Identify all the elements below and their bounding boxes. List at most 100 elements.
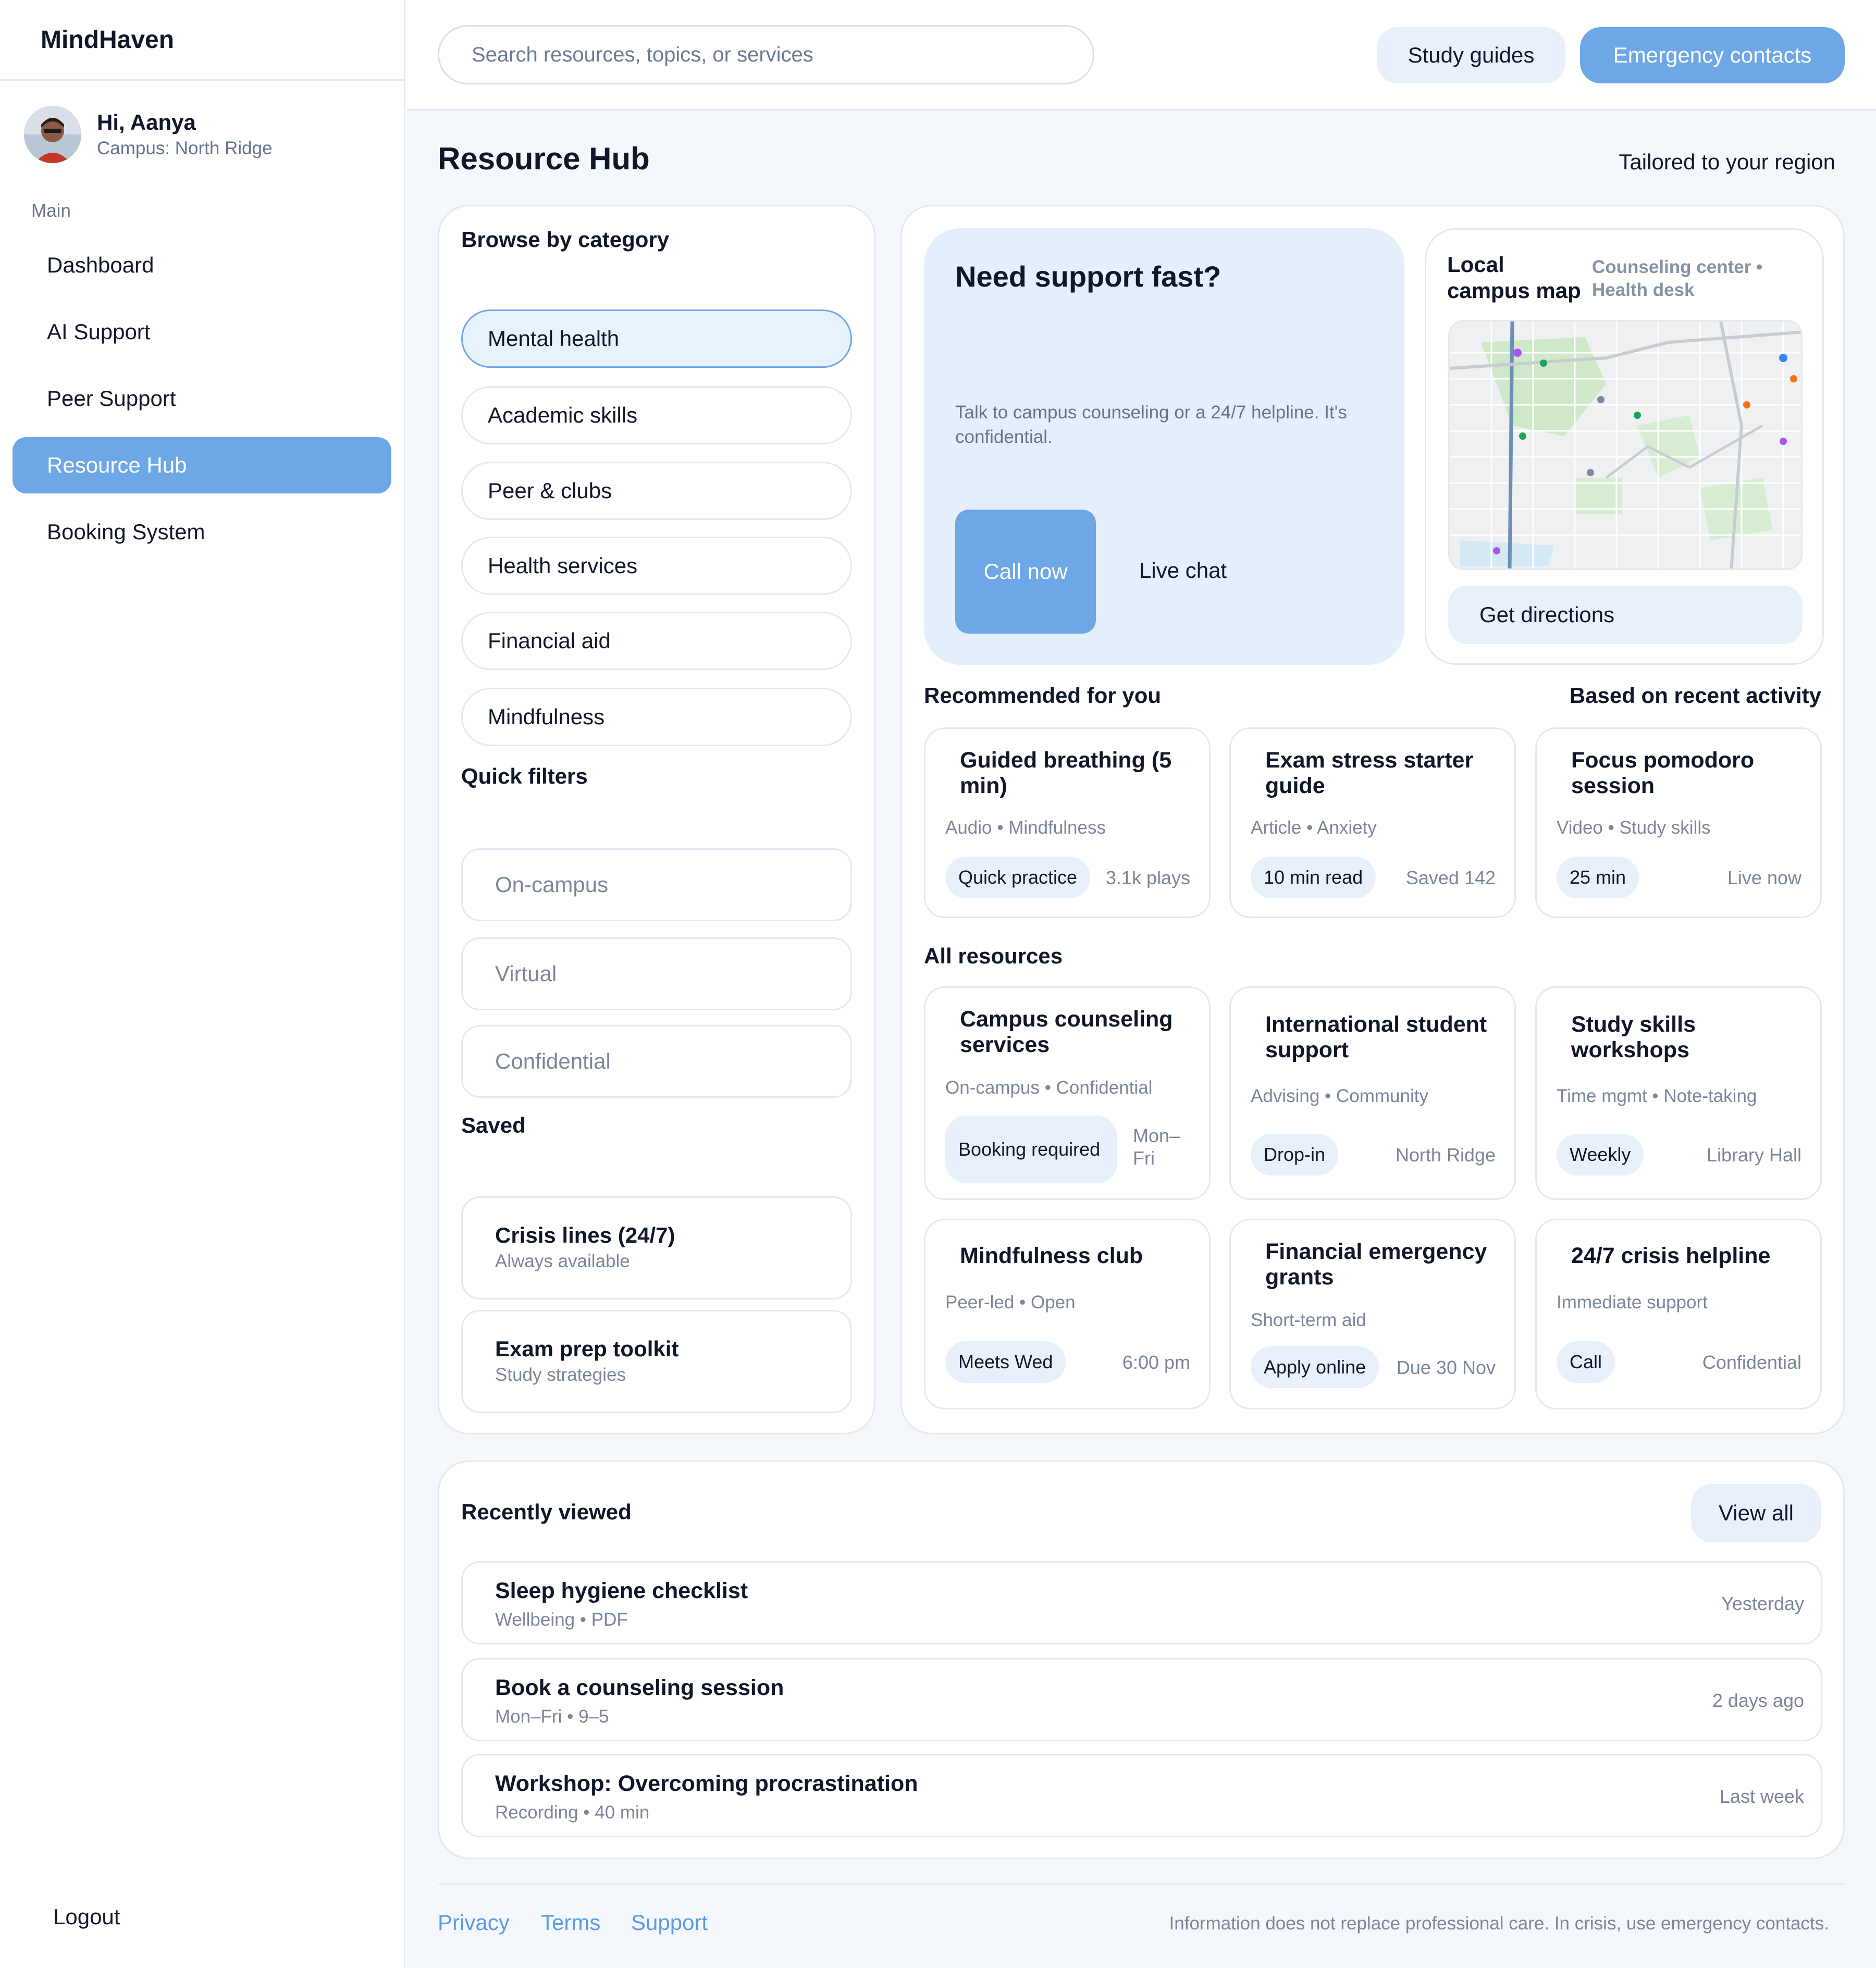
- list-item[interactable]: Workshop: Overcoming procrastination Rec…: [461, 1754, 1822, 1837]
- category-mental-health[interactable]: Mental health: [461, 310, 852, 368]
- study-guides-button[interactable]: Study guides: [1377, 27, 1565, 83]
- card-title: Focus pomodoro session: [1571, 748, 1755, 798]
- view-all-button[interactable]: View all: [1691, 1484, 1821, 1542]
- saved-item[interactable]: Crisis lines (24/7) Always available: [461, 1196, 852, 1299]
- card-tag: Weekly: [1557, 1134, 1644, 1175]
- card-meta: Time mgmt • Note-taking: [1557, 1086, 1757, 1106]
- topbar: Search resources, topics, or services St…: [407, 0, 1876, 110]
- resource-card[interactable]: Mindfulness club Peer-led • Open Meets W…: [924, 1219, 1211, 1409]
- recommended-aside: Based on recent activity: [1569, 683, 1821, 708]
- card-meta: Short-term aid: [1251, 1310, 1366, 1330]
- card-tag: Call: [1557, 1341, 1615, 1383]
- list-item-sub: Mon–Fri • 9–5: [495, 1706, 609, 1727]
- resource-card[interactable]: Guided breathing (5 min) Audio • Mindful…: [924, 727, 1211, 918]
- page-subtitle: Tailored to your region: [1619, 150, 1835, 174]
- filter-confidential[interactable]: Confidential: [461, 1025, 852, 1098]
- browse-panel: Browse by category Mental health Academi…: [438, 205, 875, 1434]
- category-health-services[interactable]: Health services: [461, 537, 852, 595]
- resource-card[interactable]: Campus counseling services On-campus • C…: [924, 986, 1211, 1200]
- saved-item[interactable]: Exam prep toolkit Study strategies: [461, 1310, 852, 1413]
- list-item-title: Book a counseling session: [495, 1675, 784, 1700]
- user-greeting: Hi, Aanya: [97, 110, 196, 134]
- support-link[interactable]: Support: [631, 1910, 708, 1935]
- terms-link[interactable]: Terms: [541, 1910, 600, 1935]
- campus-map[interactable]: [1448, 320, 1803, 570]
- quick-filters-heading: Quick filters: [461, 764, 588, 788]
- card-title: Mindfulness club: [960, 1243, 1143, 1268]
- card-meta: Advising • Community: [1251, 1086, 1428, 1106]
- footer-disclaimer: Information does not replace professiona…: [1169, 1913, 1829, 1934]
- sidebar-item-ai-support[interactable]: AI Support: [13, 304, 391, 360]
- sidebar: MindHaven Hi, Aanya Campus: North Ridge …: [0, 0, 405, 1968]
- card-tag: Drop-in: [1251, 1134, 1339, 1175]
- list-item[interactable]: Sleep hygiene checklist Wellbeing • PDF …: [461, 1561, 1822, 1644]
- logout-button[interactable]: Logout: [53, 1904, 120, 1929]
- category-financial-aid[interactable]: Financial aid: [461, 612, 852, 670]
- list-item-title: Sleep hygiene checklist: [495, 1578, 748, 1603]
- card-title: Guided breathing (5 min): [960, 748, 1172, 798]
- card-title: 24/7 crisis helpline: [1571, 1243, 1771, 1268]
- card-aside: 6:00 pm: [1122, 1352, 1190, 1373]
- call-now-button[interactable]: Call now: [955, 510, 1096, 634]
- avatar[interactable]: [24, 106, 81, 163]
- card-meta: Peer-led • Open: [945, 1292, 1076, 1313]
- emergency-contacts-button[interactable]: Emergency contacts: [1580, 27, 1845, 83]
- sidebar-item-peer-support[interactable]: Peer Support: [13, 370, 391, 427]
- map-note: Counseling center • Health desk: [1592, 257, 1763, 300]
- card-tag: 10 min read: [1251, 857, 1376, 898]
- card-aside: Due 30 Nov: [1396, 1357, 1496, 1378]
- card-meta: Article • Anxiety: [1251, 818, 1377, 838]
- sidebar-item-booking-system[interactable]: Booking System: [13, 504, 391, 560]
- map-title: Local campus map: [1447, 252, 1581, 303]
- card-title: Exam stress starter guide: [1265, 748, 1474, 798]
- sidebar-item-resource-hub[interactable]: Resource Hub: [13, 437, 391, 493]
- support-description: Talk to campus counseling or a 24/7 help…: [955, 402, 1347, 448]
- user-profile[interactable]: Hi, Aanya Campus: North Ridge: [0, 81, 404, 163]
- card-title: Campus counseling services: [960, 1007, 1173, 1057]
- sidebar-item-dashboard[interactable]: Dashboard: [13, 237, 391, 293]
- footer-divider: [438, 1884, 1845, 1885]
- resource-card[interactable]: Focus pomodoro session Video • Study ski…: [1535, 727, 1822, 918]
- support-card: Need support fast? Talk to campus counse…: [924, 228, 1404, 665]
- saved-heading: Saved: [461, 1113, 526, 1137]
- card-meta: Video • Study skills: [1557, 818, 1711, 838]
- card-tag: 25 min: [1557, 857, 1639, 898]
- category-academic-skills[interactable]: Academic skills: [461, 386, 852, 444]
- list-item[interactable]: Book a counseling session Mon–Fri • 9–5 …: [461, 1658, 1822, 1741]
- resource-card[interactable]: 24/7 crisis helpline Immediate support C…: [1535, 1219, 1822, 1409]
- recommended-heading: Recommended for you: [924, 683, 1162, 708]
- list-item-sub: Recording • 40 min: [495, 1802, 650, 1823]
- browse-heading: Browse by category: [461, 227, 670, 252]
- resource-card[interactable]: Study skills workshops Time mgmt • Note-…: [1535, 986, 1822, 1200]
- card-tag: Quick practice: [945, 857, 1091, 898]
- support-title: Need support fast?: [955, 260, 1221, 293]
- resource-card[interactable]: International student support Advising •…: [1229, 986, 1516, 1200]
- privacy-link[interactable]: Privacy: [438, 1910, 510, 1935]
- card-tag: Meets Wed: [945, 1341, 1066, 1383]
- live-chat-button[interactable]: Live chat: [1139, 558, 1227, 583]
- list-item-time: Yesterday: [1721, 1593, 1804, 1614]
- card-aside: Confidential: [1702, 1352, 1801, 1373]
- saved-item-title: Crisis lines (24/7): [495, 1223, 675, 1247]
- app-logo[interactable]: MindHaven: [0, 0, 404, 81]
- card-meta: On-campus • Confidential: [945, 1078, 1153, 1098]
- card-aside: Library Hall: [1706, 1144, 1801, 1166]
- campus-map-card: Local campus map Counseling center • Hea…: [1425, 228, 1824, 665]
- user-campus: Campus: North Ridge: [97, 138, 273, 158]
- search-input[interactable]: Search resources, topics, or services: [438, 25, 1094, 84]
- card-title: Study skills workshops: [1571, 1012, 1696, 1062]
- resource-card[interactable]: Financial emergency grants Short-term ai…: [1229, 1219, 1516, 1409]
- page-title: Resource Hub: [438, 141, 650, 176]
- get-directions-button[interactable]: Get directions: [1448, 586, 1803, 644]
- card-meta: Audio • Mindfulness: [945, 818, 1106, 838]
- card-tag: Apply online: [1251, 1346, 1379, 1388]
- filter-on-campus[interactable]: On-campus: [461, 848, 852, 921]
- filter-virtual[interactable]: Virtual: [461, 937, 852, 1010]
- category-mindfulness[interactable]: Mindfulness: [461, 688, 852, 746]
- category-peer-clubs[interactable]: Peer & clubs: [461, 462, 852, 520]
- list-item-sub: Wellbeing • PDF: [495, 1610, 628, 1630]
- card-aside: Mon–Fri: [1133, 1125, 1180, 1169]
- card-aside: Live now: [1727, 867, 1801, 888]
- recently-viewed-heading: Recently viewed: [461, 1500, 632, 1524]
- resource-card[interactable]: Exam stress starter guide Article • Anxi…: [1229, 727, 1516, 918]
